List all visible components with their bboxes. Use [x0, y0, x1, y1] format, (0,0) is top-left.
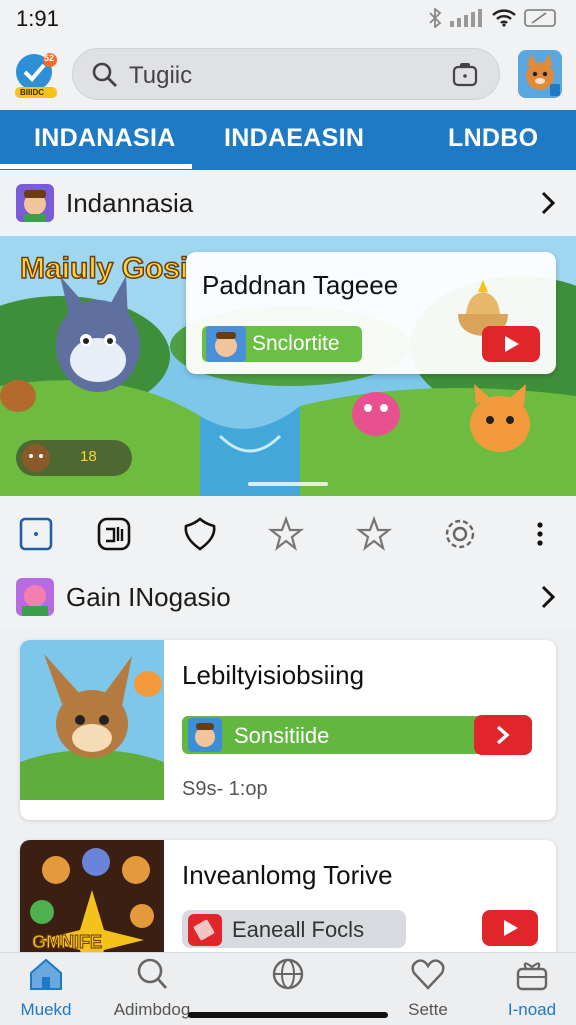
search-icon	[92, 62, 117, 87]
nav-search-label: Adimbdog	[113, 1000, 191, 1019]
signal-icon	[450, 9, 482, 27]
game-card[interactable]: GMNIFE Inveanlomg Torive Eaneall Focls	[20, 840, 556, 970]
battery-icon	[524, 9, 556, 27]
home-indicator[interactable]	[188, 1012, 388, 1018]
tab-lndbo[interactable]: LNDBO	[448, 124, 538, 153]
section-title: Gain INogasio	[66, 582, 231, 612]
home-icon	[30, 958, 62, 990]
search-icon	[137, 958, 168, 989]
game-title: Lebiltyisiobsiing	[182, 660, 365, 690]
square-icon[interactable]	[18, 516, 54, 552]
bluetooth-icon	[429, 8, 442, 28]
shield-icon[interactable]	[182, 516, 218, 552]
nav-globe[interactable]	[238, 957, 338, 1000]
play-video-icon[interactable]	[482, 910, 538, 946]
game-card[interactable]: Lebiltyisiobsiing Sonsitiide S9s- 1:op	[20, 640, 556, 820]
gear-icon[interactable]	[442, 516, 478, 552]
search-bar[interactable]: Tugiic	[72, 48, 500, 100]
star-outline-icon[interactable]	[356, 516, 392, 552]
secondary-pill-label: Eaneall Focls	[232, 917, 365, 942]
nav-search[interactable]: Adimbdog	[102, 957, 202, 1020]
app-logo[interactable]: 52 BIIIDC	[14, 50, 58, 98]
section-title: Indannasia	[66, 188, 194, 218]
install-bar[interactable]: Sonsitiide	[182, 715, 532, 755]
nav-favorites-label: Sette	[408, 1000, 448, 1019]
section-thumbnail	[16, 578, 54, 616]
active-tab-indicator	[0, 164, 192, 169]
promo-title: Paddnan Tageee	[202, 270, 399, 300]
top-bar: 52 BIIIDC Tugiic	[0, 40, 576, 110]
carousel-indicator	[248, 482, 328, 486]
tool-icon	[188, 914, 222, 946]
tab-indaeasin[interactable]: INDAEASIN	[224, 124, 364, 153]
app-logo-text: BIIIDC	[20, 88, 44, 97]
nav-favorites[interactable]: Sette	[378, 957, 478, 1020]
wifi-icon	[492, 9, 516, 27]
character-thumbnail-icon	[188, 718, 222, 752]
status-time: 1:91	[16, 6, 59, 31]
status-bar: 1:91	[0, 0, 576, 40]
nav-gifts[interactable]: I-noad	[482, 957, 576, 1020]
search-query[interactable]: Tugiic	[129, 62, 192, 90]
chevron-right-icon[interactable]	[540, 190, 556, 216]
tab-indanasia[interactable]: INDANASIA	[34, 124, 176, 153]
category-tabs: INDANASIA INDAEASIN LNDBO	[0, 110, 576, 170]
app-logo-badge: 52	[44, 53, 55, 63]
nav-home[interactable]: Muekd	[0, 957, 96, 1020]
banner-badge: 18	[16, 440, 132, 476]
character-thumbnail-icon	[206, 326, 246, 362]
section-header-indannasia[interactable]: Indannasia	[0, 170, 576, 236]
gift-icon	[516, 962, 548, 991]
install-label: Sonsitiide	[234, 723, 330, 748]
more-icon[interactable]	[532, 516, 548, 552]
play-video-icon[interactable]	[482, 326, 540, 362]
nav-home-label: Muekd	[20, 1000, 72, 1019]
banner-game-logo: Maiuly Gosi	[19, 251, 189, 286]
chevron-right-icon[interactable]	[540, 584, 556, 610]
game-artwork	[20, 640, 164, 800]
promo-pill-label: Snclortite	[252, 332, 340, 355]
nav-gifts-label: I-noad	[507, 1000, 557, 1019]
banner-promo-card[interactable]: Paddnan Tageee Snclortite	[186, 252, 556, 374]
character-icon	[22, 444, 50, 472]
system-icons	[428, 8, 558, 28]
game-art-text: GMNIFE	[32, 932, 103, 953]
section-header-gain[interactable]: Gain INogasio	[0, 564, 576, 630]
star-icon[interactable]	[268, 516, 304, 552]
globe-icon	[272, 958, 304, 990]
chevron-right-icon	[496, 725, 510, 745]
game-title: Inveanlomg Torive	[182, 860, 393, 890]
go-button[interactable]	[474, 715, 532, 755]
section-thumbnail	[16, 184, 54, 222]
heart-icon	[411, 959, 445, 990]
grid-icon[interactable]	[96, 516, 132, 552]
camera-icon[interactable]	[451, 61, 479, 89]
game-meta: S9s- 1:op	[182, 778, 268, 800]
profile-avatar[interactable]	[518, 50, 562, 98]
badge-value: 18	[80, 448, 97, 465]
secondary-pill[interactable]: Eaneall Focls	[182, 910, 406, 948]
